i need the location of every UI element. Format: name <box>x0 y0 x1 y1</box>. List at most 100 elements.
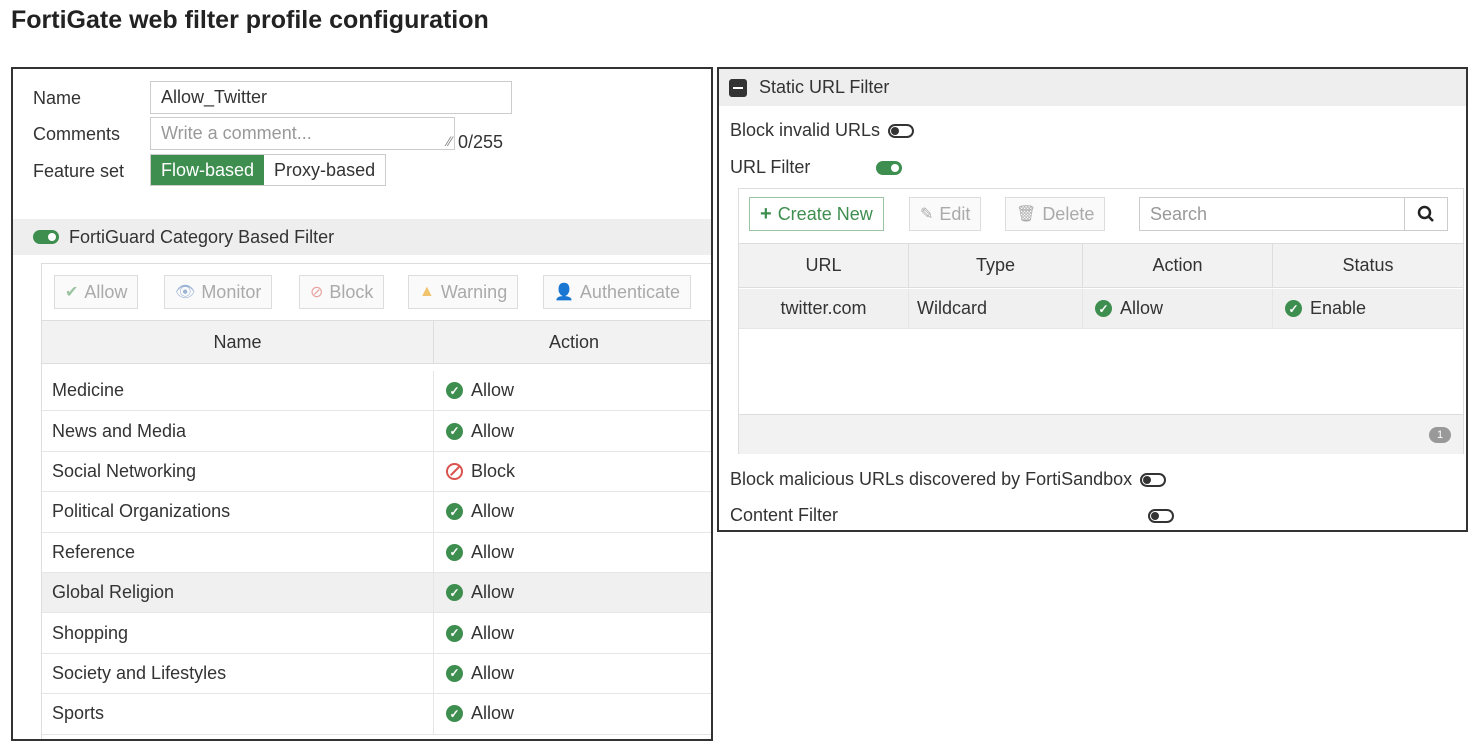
check-circle-icon: ✓ <box>446 705 463 723</box>
url-filter-option: URL Filter <box>730 157 903 178</box>
comments-placeholder: Write a comment... <box>161 123 312 143</box>
block-icon: ⊘ <box>310 284 324 301</box>
category-filter-toggle[interactable] <box>33 230 59 244</box>
create-new-button[interactable]: + Create New <box>749 197 884 231</box>
table-row[interactable]: News and Media ✓ Allow <box>42 411 711 452</box>
check-circle-icon: ✓ <box>1095 300 1112 317</box>
url-filter-toggle[interactable] <box>876 160 903 175</box>
category-action-cell: ✓ Allow <box>434 654 711 693</box>
eye-icon: 👁 <box>175 284 196 301</box>
category-action-cell: ✓ Allow <box>434 411 711 450</box>
category-action-cell: ✓ Allow <box>434 694 711 733</box>
edit-button[interactable]: ✎ Edit <box>909 197 982 231</box>
block-malicious-option: Block malicious URLs discovered by Forti… <box>730 469 1167 490</box>
content-filter-option: Content Filter <box>730 505 1175 526</box>
authenticate-action-button[interactable]: 👤 Authenticate <box>543 275 691 309</box>
static-url-header: Static URL Filter <box>719 69 1466 106</box>
comments-counter: 0/255 <box>458 132 504 152</box>
category-action-cell: ✓ Allow <box>434 613 711 652</box>
url-filter-frame: + Create New ✎ Edit 🗑 Delete Search URL … <box>738 188 1464 454</box>
type-cell: Wildcard <box>909 289 1083 328</box>
column-header-status[interactable]: Status <box>1273 244 1463 287</box>
category-name-cell: News and Media <box>42 411 434 451</box>
url-cell: twitter.com <box>739 289 909 328</box>
warning-action-button[interactable]: ▲ Warning <box>408 275 519 309</box>
comments-textarea[interactable]: Write a comment... ⁄⁄ <box>150 117 455 150</box>
category-filter-title: FortiGuard Category Based Filter <box>69 226 335 247</box>
block-malicious-toggle[interactable] <box>1140 472 1167 487</box>
feature-set-toggle: Flow-based Proxy-based <box>150 154 387 186</box>
category-filter-header: FortiGuard Category Based Filter <box>13 219 711 255</box>
table-row[interactable]: Society and Lifestyles ✓ Allow <box>42 653 711 695</box>
check-circle-icon: ✓ <box>446 624 463 642</box>
search-icon <box>1417 205 1434 222</box>
check-circle-icon: ✓ <box>1285 300 1302 317</box>
check-circle-icon: ✓ <box>446 543 463 561</box>
check-circle-icon: ✔ <box>65 284 79 301</box>
category-name-cell: Society and Lifestyles <box>42 653 434 694</box>
proxy-based-option[interactable]: Proxy-based <box>264 155 386 185</box>
column-header-action[interactable]: Action <box>1083 244 1273 287</box>
category-action-cell: ✓ Allow <box>434 533 711 572</box>
delete-button[interactable]: 🗑 Delete <box>1005 197 1106 231</box>
category-action-cell: ✓ Allow <box>434 573 711 612</box>
url-table-row[interactable]: twitter.com Wildcard ✓ Allow ✓ Enable <box>739 289 1463 329</box>
block-invalid-urls-option: Block invalid URLs <box>730 120 915 141</box>
flow-based-option[interactable]: Flow-based <box>151 155 265 185</box>
feature-set-label: Feature set <box>33 161 125 181</box>
search-input[interactable]: Search <box>1139 197 1405 231</box>
category-action-label: Allow <box>471 541 515 562</box>
pencil-icon: ✎ <box>920 206 934 223</box>
category-action-cell: ✓ Allow <box>434 371 711 410</box>
column-header-url[interactable]: URL <box>739 244 909 287</box>
collapse-icon[interactable] <box>729 78 747 97</box>
block-icon <box>446 462 463 480</box>
name-input[interactable]: Allow_Twitter <box>150 81 512 114</box>
category-name-cell: Sports <box>42 694 434 734</box>
search-button[interactable] <box>1404 197 1448 231</box>
category-name-cell: Shopping <box>42 613 434 653</box>
web-filter-profile-panel: Name Allow_Twitter Comments Write a comm… <box>11 67 713 741</box>
category-name-cell: Global Religion <box>42 573 434 613</box>
category-action-cell: Block <box>434 452 711 491</box>
check-circle-icon: ✓ <box>446 422 463 440</box>
monitor-action-button[interactable]: 👁 Monitor <box>164 275 273 309</box>
content-filter-toggle[interactable] <box>1148 508 1175 523</box>
user-icon: 👤 <box>554 284 574 301</box>
name-label: Name <box>33 88 82 108</box>
category-name-cell: Social Networking <box>42 451 434 492</box>
table-row[interactable]: Shopping ✓ Allow <box>42 613 711 654</box>
column-header-action[interactable]: Action <box>434 321 711 363</box>
row-count-badge: 1 <box>1429 427 1451 443</box>
table-row[interactable]: Medicine ✓ Allow <box>42 371 711 412</box>
check-circle-icon: ✓ <box>446 664 463 682</box>
table-row[interactable]: Sports ✓ Allow <box>42 694 711 735</box>
category-action-label: Allow <box>471 622 515 643</box>
allow-action-button[interactable]: ✔ Allow <box>54 275 139 309</box>
column-header-type[interactable]: Type <box>909 244 1083 287</box>
block-action-button[interactable]: ⊘ Block <box>299 275 385 309</box>
table-row[interactable]: Reference ✓ Allow <box>42 532 711 573</box>
category-table-header: Name Action <box>42 320 711 364</box>
url-table-footer: 1 <box>739 414 1463 454</box>
category-name-cell: Reference <box>42 532 434 572</box>
block-invalid-urls-toggle[interactable] <box>888 123 915 138</box>
status-cell: ✓ Enable <box>1273 289 1463 328</box>
action-cell: ✓ Allow <box>1083 289 1273 328</box>
category-action-cell: ✓ Allow <box>434 492 711 531</box>
column-header-name[interactable]: Name <box>42 321 434 363</box>
check-circle-icon: ✓ <box>446 503 463 521</box>
check-circle-icon: ✓ <box>446 382 463 400</box>
warning-icon: ▲ <box>419 283 435 300</box>
category-action-label: Allow <box>471 420 515 441</box>
resize-handle-icon[interactable]: ⁄⁄ <box>447 134 452 148</box>
table-row[interactable]: Political Organizations ✓ Allow <box>42 492 711 533</box>
category-action-label: Allow <box>471 501 515 522</box>
plus-icon: + <box>760 202 772 225</box>
url-table-header: URL Type Action Status <box>739 243 1463 288</box>
trash-icon: 🗑 <box>1016 206 1037 223</box>
table-row[interactable]: Global Religion ✓ Allow <box>42 573 711 614</box>
category-name-cell: Medicine <box>42 371 434 411</box>
comments-label: Comments <box>33 124 121 144</box>
table-row[interactable]: Social Networking Block <box>42 451 711 493</box>
